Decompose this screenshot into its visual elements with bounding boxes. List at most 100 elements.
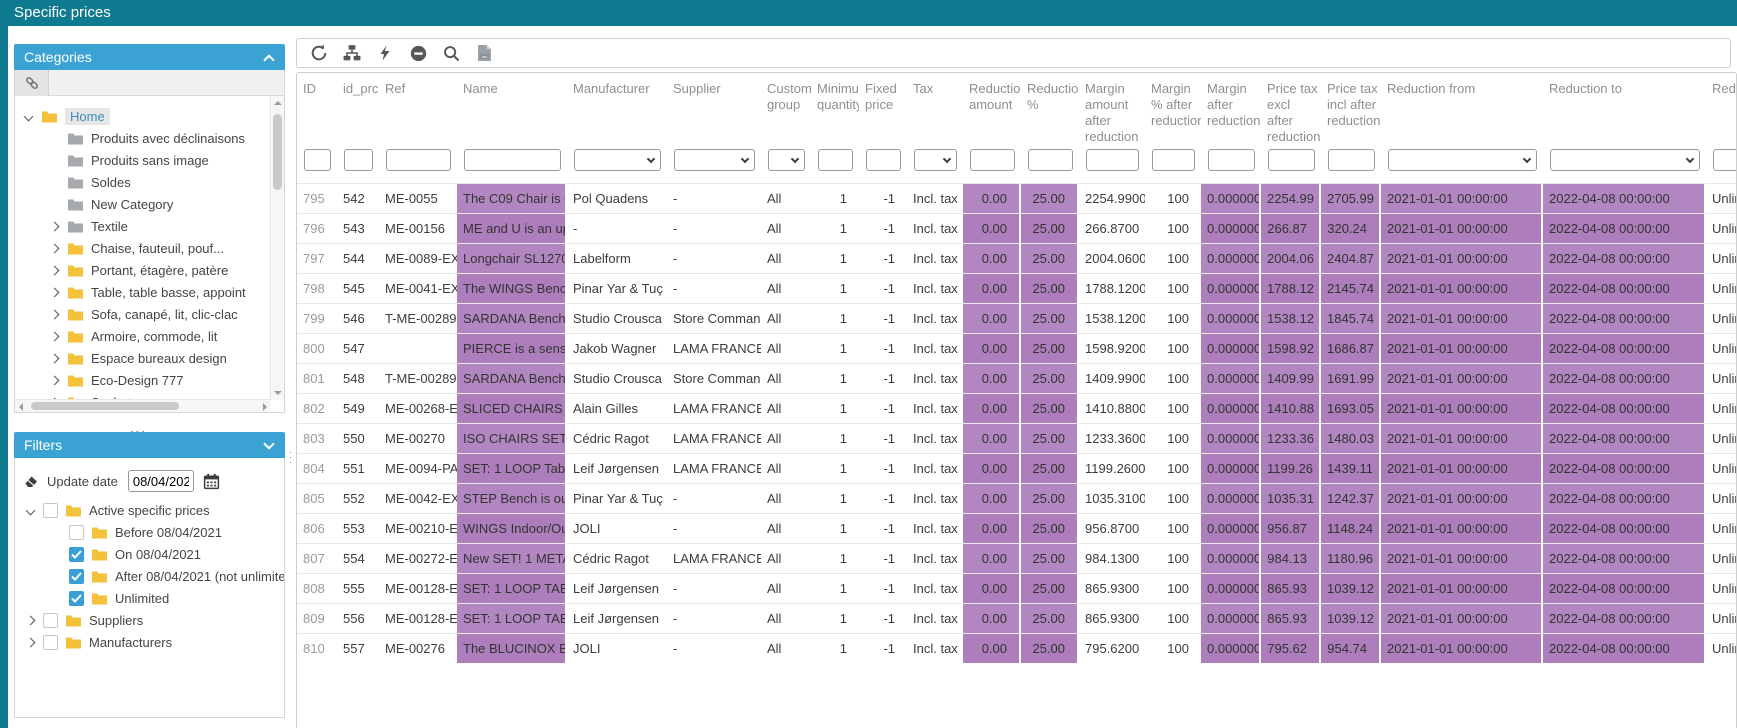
tree-item-produits-sans-image[interactable]: Produits sans image bbox=[21, 150, 284, 171]
table-row[interactable]: 805552ME-0042-EXSTEP Bench is ouPinar Ya… bbox=[297, 483, 1737, 513]
filter-select-manufacturer[interactable] bbox=[574, 149, 661, 171]
col-header-id[interactable]: ID bbox=[297, 73, 337, 149]
filter-select-from[interactable] bbox=[1388, 149, 1537, 171]
table-row[interactable]: 800547PIERCE is a sensuJakob WagnerLAMA … bbox=[297, 333, 1737, 363]
tree-item-unlimited[interactable]: Unlimited bbox=[23, 588, 284, 609]
tree-item-soldes[interactable]: Soldes bbox=[21, 172, 284, 193]
col-header-tax[interactable]: Tax bbox=[907, 73, 963, 149]
scroll-down-icon[interactable] bbox=[274, 391, 282, 395]
table-row[interactable]: 804551ME-0094-PASET: 1 LOOP TablLeif Jør… bbox=[297, 453, 1737, 483]
vertical-scrollbar-thumb[interactable] bbox=[273, 114, 282, 190]
col-header-manufacturer[interactable]: Manufacturer bbox=[567, 73, 667, 149]
chevron-right-icon[interactable] bbox=[50, 222, 60, 232]
update-date-input[interactable] bbox=[128, 470, 194, 492]
scroll-up-icon[interactable] bbox=[274, 101, 282, 105]
chevron-right-icon[interactable] bbox=[50, 244, 60, 254]
col-header-id_prc[interactable]: id_prc bbox=[337, 73, 379, 149]
chevron-down-icon[interactable] bbox=[24, 112, 34, 122]
scroll-left-icon[interactable] bbox=[19, 403, 23, 411]
csv-export-icon[interactable]: csv bbox=[475, 44, 493, 62]
col-header-margin_pct[interactable]: Margin % after reduction bbox=[1145, 73, 1201, 149]
chevron-right-icon[interactable] bbox=[26, 638, 36, 648]
table-row[interactable]: 807554ME-00272-ENew SET! 1 METACédric Ra… bbox=[297, 543, 1737, 573]
calendar-icon[interactable] bbox=[203, 473, 220, 490]
tree-item-new-category[interactable]: New Category bbox=[21, 194, 284, 215]
checkbox[interactable] bbox=[69, 569, 84, 584]
table-row[interactable]: 798545ME-0041-EXThe WINGS BenchPinar Yar… bbox=[297, 273, 1737, 303]
col-header-supplier[interactable]: Supplier bbox=[667, 73, 761, 149]
filter-input-reduction_amount[interactable] bbox=[970, 149, 1015, 171]
chevron-right-icon[interactable] bbox=[50, 332, 60, 342]
filter-select-group[interactable] bbox=[768, 149, 805, 171]
tree-item-home[interactable]: Home bbox=[21, 106, 284, 127]
vertical-scrollbar[interactable] bbox=[270, 96, 284, 400]
filter-input-margin_pct[interactable] bbox=[1152, 149, 1195, 171]
sidebar-resize-grip[interactable]: ... bbox=[289, 448, 292, 463]
col-header-from[interactable]: Reduction from bbox=[1381, 73, 1543, 149]
tree-item-eco-design-777[interactable]: Eco-Design 777 bbox=[21, 370, 284, 391]
sitemap-icon[interactable] bbox=[343, 44, 361, 62]
tree-item-armoire-commode-lit[interactable]: Armoire, commode, lit bbox=[21, 326, 284, 347]
horizontal-scrollbar-thumb[interactable] bbox=[31, 402, 179, 410]
tree-item-table-table-basse-appoint[interactable]: Table, table basse, appoint bbox=[21, 282, 284, 303]
table-row[interactable]: 797544ME-0089-EXLongchair SL1270Labelfor… bbox=[297, 243, 1737, 273]
col-header-to[interactable]: Reduction to bbox=[1543, 73, 1706, 149]
tree-item-sofa-canap-lit-clic-clac[interactable]: Sofa, canapé, lit, clic-clac bbox=[21, 304, 284, 325]
filter-input-min_qty[interactable] bbox=[818, 149, 853, 171]
col-header-ref[interactable]: Ref bbox=[379, 73, 457, 149]
chevron-right-icon[interactable] bbox=[50, 288, 60, 298]
filter-input-id[interactable] bbox=[304, 149, 331, 171]
horizontal-scrollbar[interactable] bbox=[15, 399, 271, 412]
chevron-right-icon[interactable] bbox=[50, 310, 60, 320]
col-header-price_excl[interactable]: Price tax excl after reduction bbox=[1261, 73, 1321, 149]
checkbox[interactable] bbox=[69, 547, 84, 562]
table-row[interactable]: 796543ME-00156ME and U is an up--All1-1I… bbox=[297, 213, 1737, 243]
tree-item-produits-avec-d-clinaisons[interactable]: Produits avec déclinaisons bbox=[21, 128, 284, 149]
chevron-right-icon[interactable] bbox=[50, 354, 60, 364]
table-row[interactable]: 810557ME-00276The BLUCINOX BJOLI-All1-1I… bbox=[297, 633, 1737, 663]
filter-input-fixed_price[interactable] bbox=[866, 149, 901, 171]
col-header-fixed_price[interactable]: Fixed price bbox=[859, 73, 907, 149]
filter-input-ref[interactable] bbox=[386, 149, 451, 171]
filter-input-id_prc[interactable] bbox=[344, 149, 373, 171]
col-header-group[interactable]: Custom group bbox=[761, 73, 811, 149]
table-row[interactable]: 801548T-ME-00289SARDANA Bench:Studio Cro… bbox=[297, 363, 1737, 393]
bolt-icon[interactable] bbox=[376, 44, 394, 62]
tree-item-suppliers[interactable]: Suppliers bbox=[23, 610, 284, 631]
tree-item-textile[interactable]: Textile bbox=[21, 216, 284, 237]
col-header-reduction_pct[interactable]: Reduction % bbox=[1021, 73, 1079, 149]
filter-input-reduction_pct[interactable] bbox=[1028, 149, 1073, 171]
col-header-margin_after[interactable]: Margin after reduction bbox=[1201, 73, 1261, 149]
filter-select-to[interactable] bbox=[1550, 149, 1700, 171]
filter-select-supplier[interactable] bbox=[674, 149, 755, 171]
chevron-right-icon[interactable] bbox=[26, 616, 36, 626]
categories-panel-header[interactable]: Categories bbox=[14, 44, 285, 70]
chevron-right-icon[interactable] bbox=[50, 376, 60, 386]
tree-item-espace-bureaux-design[interactable]: Espace bureaux design bbox=[21, 348, 284, 369]
col-header-name[interactable]: Name bbox=[457, 73, 567, 149]
scroll-right-icon[interactable] bbox=[263, 403, 267, 411]
tree-item-before-08-04-2021[interactable]: Before 08/04/2021 bbox=[23, 522, 284, 543]
checkbox[interactable] bbox=[43, 613, 58, 628]
filter-input-margin_amount[interactable] bbox=[1086, 149, 1139, 171]
checkbox[interactable] bbox=[69, 591, 84, 606]
filter-input-margin_after[interactable] bbox=[1208, 149, 1255, 171]
table-row[interactable]: 802549ME-00268-ESLICED CHAIRS SAlain Gil… bbox=[297, 393, 1737, 423]
chevron-right-icon[interactable] bbox=[50, 266, 60, 276]
filter-input-price_incl[interactable] bbox=[1328, 149, 1375, 171]
filter-input-price_excl[interactable] bbox=[1268, 149, 1315, 171]
tree-item-manufacturers[interactable]: Manufacturers bbox=[23, 632, 284, 653]
col-header-margin_amount[interactable]: Margin amount after reduction bbox=[1079, 73, 1145, 149]
tree-item-active-specific-prices[interactable]: Active specific prices bbox=[23, 500, 284, 521]
table-row[interactable]: 799546T-ME-00289SARDANA BenchStudio Crou… bbox=[297, 303, 1737, 333]
checkbox[interactable] bbox=[43, 503, 58, 518]
checkbox[interactable] bbox=[69, 525, 84, 540]
tree-item-after-08-04-2021-not-unlimited[interactable]: After 08/04/2021 (not unlimited) bbox=[23, 566, 284, 587]
filter-select-tax[interactable] bbox=[914, 149, 957, 171]
table-row[interactable]: 803550ME-00270ISO CHAIRS SET:Cédric Rago… bbox=[297, 423, 1737, 453]
col-header-min_qty[interactable]: Minimum quantity bbox=[811, 73, 859, 149]
table-row[interactable]: 808555ME-00128-ESET: 1 LOOP TABLeif Jørg… bbox=[297, 573, 1737, 603]
tree-item-on-08-04-2021[interactable]: On 08/04/2021 bbox=[23, 544, 284, 565]
tree-item-chaise-fauteuil-pouf[interactable]: Chaise, fauteuil, pouf... bbox=[21, 238, 284, 259]
refresh-icon[interactable] bbox=[310, 44, 328, 62]
